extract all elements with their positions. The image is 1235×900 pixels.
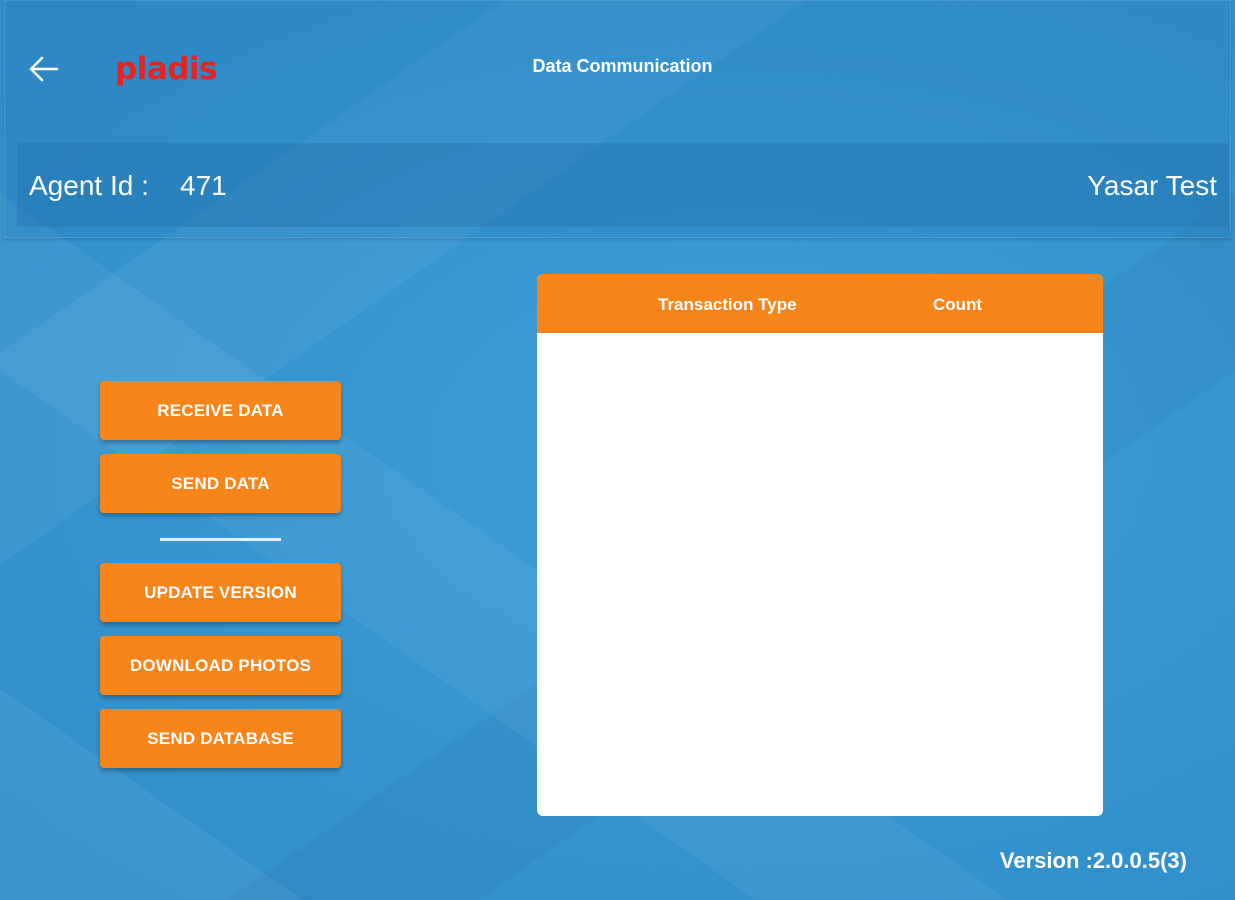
column-header-count[interactable]: Count (933, 295, 982, 315)
divider (160, 538, 281, 541)
agent-id-value: 471 (180, 170, 227, 201)
table-body[interactable] (537, 333, 1103, 816)
receive-data-button[interactable]: RECEIVE DATA (100, 381, 341, 440)
transactions-table: Transaction Type Count (537, 274, 1103, 816)
column-header-transaction-type[interactable]: Transaction Type (658, 295, 797, 315)
version-label: Version :2.0.0.5(3) (999, 848, 1187, 873)
app-header: pladis Data Communication Agent Id : 471… (4, 0, 1231, 238)
send-data-button[interactable]: SEND DATA (100, 454, 341, 513)
download-photos-button[interactable]: DOWNLOAD PHOTOS (100, 636, 341, 695)
page-title: Data Communication (532, 56, 713, 76)
agent-name: Yasar Test (1087, 170, 1217, 201)
send-database-button[interactable]: SEND DATABASE (100, 709, 341, 768)
agent-info-bar: Agent Id : 471 Yasar Test (17, 143, 1229, 227)
agent-id-label: Agent Id : (29, 170, 149, 201)
update-version-button[interactable]: UPDATE VERSION (100, 563, 341, 622)
table-header: Transaction Type Count (537, 274, 1103, 333)
